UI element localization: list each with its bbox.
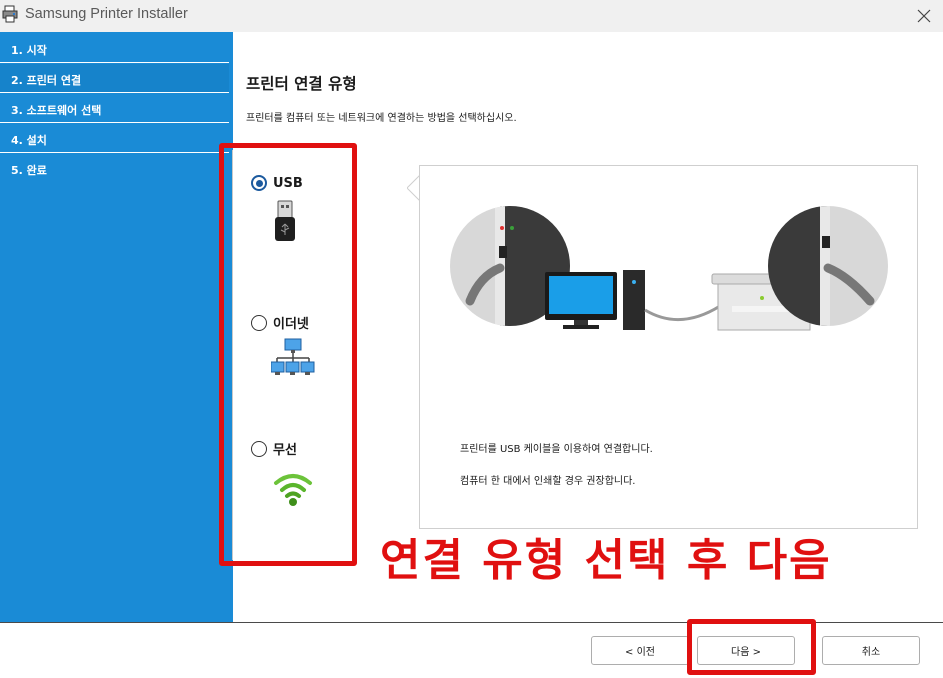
wizard-steps-sidebar: 1. 시작 2. 프린터 연결 3. 소프트웨어 선택 4. 설치 5. 완료 bbox=[0, 32, 233, 623]
sidebar-step-install: 4. 설치 bbox=[0, 124, 229, 153]
printer-installer-app-icon bbox=[2, 5, 18, 23]
usb-connection-illustration bbox=[450, 206, 888, 331]
title-bar: Samsung Printer Installer bbox=[0, 0, 943, 32]
window-title: Samsung Printer Installer bbox=[25, 6, 188, 22]
sidebar-step-printer-connection: 2. 프린터 연결 bbox=[0, 64, 229, 93]
page-title: 프린터 연결 유형 bbox=[246, 75, 357, 93]
options-highlight-box bbox=[219, 143, 357, 566]
close-button[interactable] bbox=[908, 2, 940, 30]
sidebar-step-finish: 5. 완료 bbox=[11, 164, 47, 177]
sidebar-step-start: 1. 시작 bbox=[0, 34, 229, 63]
sidebar-step-software-selection: 3. 소프트웨어 선택 bbox=[0, 94, 229, 123]
next-button-highlight-box bbox=[687, 619, 816, 675]
page-description: 프린터를 컴퓨터 또는 네트워크에 연결하는 방법을 선택하십시오. bbox=[246, 113, 517, 124]
back-button[interactable]: < 이전 bbox=[591, 636, 689, 665]
cancel-button[interactable]: 취소 bbox=[822, 636, 920, 665]
close-icon bbox=[917, 9, 931, 23]
info-text-line-1: 프린터를 USB 케이블을 이용하여 연결합니다. bbox=[460, 444, 653, 455]
instruction-annotation: 연결 유형 선택 후 다음 bbox=[380, 535, 832, 586]
info-text-line-2: 컴퓨터 한 대에서 인쇄할 경우 권장합니다. bbox=[460, 476, 636, 487]
